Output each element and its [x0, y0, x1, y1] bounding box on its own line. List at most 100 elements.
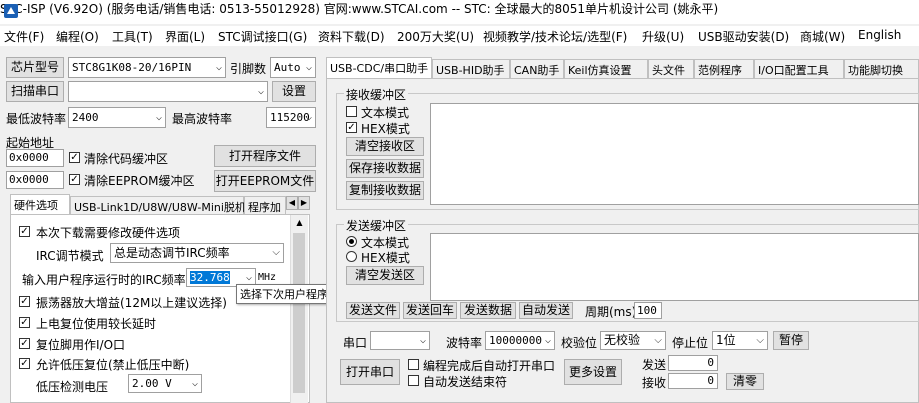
- auto-open-checkbox[interactable]: [408, 359, 419, 370]
- tab-io-config[interactable]: I/O口配置工具: [754, 59, 844, 78]
- tab-usb-hid[interactable]: USB-HID助手: [432, 59, 510, 78]
- menu-download[interactable]: 资料下载(D): [318, 28, 385, 45]
- modify-hw-label: 本次下载需要修改硬件选项: [36, 226, 181, 240]
- chevron-down-icon: ⌵: [257, 86, 264, 97]
- send-enter-button[interactable]: 发送回车: [403, 302, 457, 319]
- clear-recv-button[interactable]: 清空接收区: [346, 137, 424, 156]
- recv-hex-mode-checkbox[interactable]: ✓: [346, 122, 357, 133]
- clear-send-button[interactable]: 清空发送区: [346, 266, 424, 285]
- irc-freq-value[interactable]: 32.768: [190, 271, 230, 284]
- reset-pin-checkbox[interactable]: ✓: [19, 338, 30, 349]
- tab-pin-switch[interactable]: 功能脚切换: [844, 59, 919, 78]
- chevron-down-icon: ⌵: [544, 335, 551, 346]
- stop-bits-select[interactable]: 1位 ⌵: [712, 331, 768, 350]
- auto-end-label: 自动发送结束符: [423, 375, 508, 389]
- tab-program-encrypt[interactable]: 程序加: [244, 196, 286, 215]
- chevron-down-icon: ⌵: [305, 62, 312, 73]
- menu-video[interactable]: 视频教学/技术论坛/选型(F): [483, 28, 627, 45]
- menu-shop[interactable]: 商城(W): [800, 28, 845, 45]
- receive-textarea[interactable]: [430, 103, 919, 205]
- irc-mode-label: IRC调节模式: [36, 249, 104, 263]
- parity-value: 无校验: [604, 333, 641, 347]
- lvd-voltage-value: 2.00 V: [132, 377, 172, 390]
- tab-usb-cdc[interactable]: USB-CDC/串口助手: [326, 57, 432, 78]
- menu-tools[interactable]: 工具(T): [112, 28, 153, 45]
- menu-program[interactable]: 编程(O): [56, 28, 99, 45]
- menu-prize[interactable]: 200万大奖(U): [397, 28, 474, 45]
- chip-value: STC8G1K08-20/16PIN: [72, 61, 192, 74]
- settings-button[interactable]: 设置: [272, 81, 316, 102]
- send-data-button[interactable]: 发送数据: [460, 302, 516, 319]
- tab-header-file[interactable]: 头文件: [648, 59, 694, 78]
- open-serial-button[interactable]: 打开串口: [340, 359, 400, 385]
- auto-send-button[interactable]: 自动发送: [519, 302, 573, 319]
- recv-text-mode-label: 文本模式: [361, 106, 410, 120]
- open-program-button[interactable]: 打开程序文件: [214, 145, 316, 167]
- modify-hw-checkbox[interactable]: ✓: [19, 226, 30, 237]
- clear-code-checkbox[interactable]: ✓: [69, 152, 80, 163]
- baud-label: 波特率: [446, 336, 483, 350]
- scroll-up-icon[interactable]: ▲: [291, 215, 308, 231]
- chevron-down-icon: ⌵: [756, 335, 764, 346]
- send-hex-mode-radio[interactable]: [346, 251, 357, 262]
- tab-examples[interactable]: 范例程序: [694, 59, 754, 78]
- reset-delay-label: 上电复位使用较长延时: [36, 317, 157, 331]
- tab-can[interactable]: CAN助手: [510, 59, 564, 78]
- irc-mode-select[interactable]: 总是动态调节IRC频率 ⌵: [110, 243, 284, 263]
- min-baud-label: 最低波特率: [6, 112, 67, 126]
- lvd-checkbox[interactable]: ✓: [19, 358, 30, 369]
- recv-count: 0: [668, 373, 718, 389]
- lvd-label: 允许低压复位(禁止低压中断): [36, 358, 190, 372]
- menu-upgrade[interactable]: 升级(U): [642, 28, 684, 45]
- scroll-thumb[interactable]: [293, 233, 305, 393]
- receive-title: 接收缓冲区: [344, 86, 409, 103]
- menu-file[interactable]: 文件(F): [4, 28, 44, 45]
- osc-gain-checkbox[interactable]: ✓: [19, 296, 30, 307]
- tab-hardware-options[interactable]: 硬件选项: [10, 194, 70, 215]
- code-addr-input[interactable]: 0x0000: [6, 149, 64, 167]
- menu-usb-driver[interactable]: USB驱动安装(D): [698, 28, 789, 45]
- send-count: 0: [668, 355, 718, 371]
- chevron-down-icon: ⌵: [155, 112, 162, 123]
- clear-eeprom-checkbox[interactable]: ✓: [69, 174, 80, 185]
- chip-label: 芯片型号: [6, 57, 64, 78]
- period-input[interactable]: 100: [634, 302, 662, 319]
- copy-recv-button[interactable]: 复制接收数据: [346, 181, 424, 200]
- more-settings-button[interactable]: 更多设置: [564, 359, 622, 385]
- tab-scroll-right-icon[interactable]: ▶: [298, 196, 310, 210]
- tab-usb-link[interactable]: USB-Link1D/U8W/U8W-Mini脱机: [70, 196, 246, 215]
- send-textarea[interactable]: [430, 233, 919, 301]
- parity-select[interactable]: 无校验 ⌵: [600, 331, 666, 350]
- menu-english[interactable]: English: [858, 28, 901, 42]
- tab-scroll-left-icon[interactable]: ◀: [286, 196, 298, 210]
- reset-delay-checkbox[interactable]: ✓: [19, 317, 30, 328]
- open-eeprom-button[interactable]: 打开EEPROM文件: [214, 170, 316, 192]
- baud-select[interactable]: 10000000 ⌵: [485, 331, 555, 350]
- eeprom-addr-input[interactable]: 0x0000: [6, 171, 64, 189]
- min-baud-value: 2400: [72, 111, 99, 124]
- options-scrollbar[interactable]: ▲: [290, 215, 308, 403]
- reset-pin-label: 复位脚用作I/O口: [36, 338, 126, 352]
- lvd-voltage-label: 低压检测电压: [36, 380, 109, 394]
- min-baud-select[interactable]: 2400 ⌵: [68, 107, 166, 128]
- send-file-button[interactable]: 发送文件: [346, 302, 400, 319]
- scan-port-button[interactable]: 扫描串口: [6, 81, 64, 102]
- chip-select[interactable]: STC8G1K08-20/16PIN ⌵: [68, 57, 226, 78]
- pause-button[interactable]: 暂停: [773, 331, 809, 350]
- auto-end-checkbox[interactable]: [408, 375, 419, 386]
- menu-interface[interactable]: 界面(L): [165, 28, 205, 45]
- send-title: 发送缓冲区: [344, 217, 409, 234]
- menu-debug[interactable]: STC调试接口(G): [218, 28, 307, 45]
- pin-select[interactable]: Auto ⌵: [270, 57, 316, 78]
- tab-keil[interactable]: Keil仿真设置: [564, 59, 648, 78]
- max-baud-select[interactable]: 115200 ⌵: [266, 107, 316, 128]
- send-count-label: 发送: [642, 358, 667, 372]
- port-select[interactable]: ⌵: [68, 81, 268, 102]
- send-text-mode-radio[interactable]: [346, 236, 357, 247]
- clear-count-button[interactable]: 清零: [726, 373, 764, 390]
- send-hex-mode-label: HEX模式: [361, 251, 410, 265]
- save-recv-button[interactable]: 保存接收数据: [346, 159, 424, 178]
- recv-text-mode-checkbox[interactable]: [346, 106, 357, 117]
- lvd-voltage-select[interactable]: 2.00 V ⌵: [128, 374, 202, 393]
- serial-port-select[interactable]: ⌵: [370, 331, 430, 350]
